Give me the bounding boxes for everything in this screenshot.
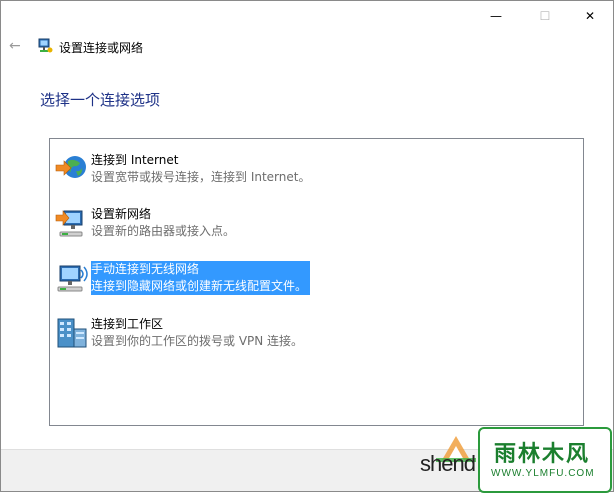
option-setup-new-network[interactable]: 设置新网络 设置新的路由器或接入点。 [54,205,574,245]
option-connect-workplace[interactable]: 连接到工作区 设置到你的工作区的拨号或 VPN 连接。 [54,315,574,355]
option-description: 连接到隐藏网络或创建新无线配置文件。 [91,279,308,293]
back-arrow-icon[interactable]: ← [9,38,21,54]
wireless-network-icon [57,265,88,292]
watermark-brand: 雨林木风 [494,442,591,467]
option-title: 设置新网络 [91,207,152,221]
window-title: 设置连接或网络 [59,41,144,55]
internet-globe-icon [55,156,86,178]
maximize-button[interactable]: ☐ [522,1,568,31]
minimize-button[interactable]: — [473,1,519,31]
option-description: 设置到你的工作区的拨号或 VPN 连接。 [91,334,304,348]
dialog-window: — ☐ ✕ ← 设置连接或网络 选择一个连接选项 连接到 Internet 设置… [0,0,614,492]
option-title: 连接到工作区 [91,317,164,331]
option-manual-wireless[interactable]: 手动连接到无线网络 连接到隐藏网络或创建新无线配置文件。 [54,260,574,300]
workplace-icon [57,318,87,348]
new-network-icon [55,210,83,237]
option-description: 设置新的路由器或接入点。 [91,224,236,238]
option-description: 设置宽带或拨号连接，连接到 Internet。 [91,170,311,184]
close-button[interactable]: ✕ [567,1,613,31]
watermark-url: WWW.YLMFU.COM [491,468,595,479]
option-connect-internet[interactable]: 连接到 Internet 设置宽带或拨号连接，连接到 Internet。 [54,151,574,191]
page-heading: 选择一个连接选项 [40,91,161,109]
option-title: 连接到 Internet [91,153,179,167]
watermark-text: shend [420,451,476,476]
connection-options-list[interactable]: 连接到 Internet 设置宽带或拨号连接，连接到 Internet。 设置新… [49,138,584,426]
network-setup-icon [38,38,53,53]
option-title: 手动连接到无线网络 [91,262,200,276]
